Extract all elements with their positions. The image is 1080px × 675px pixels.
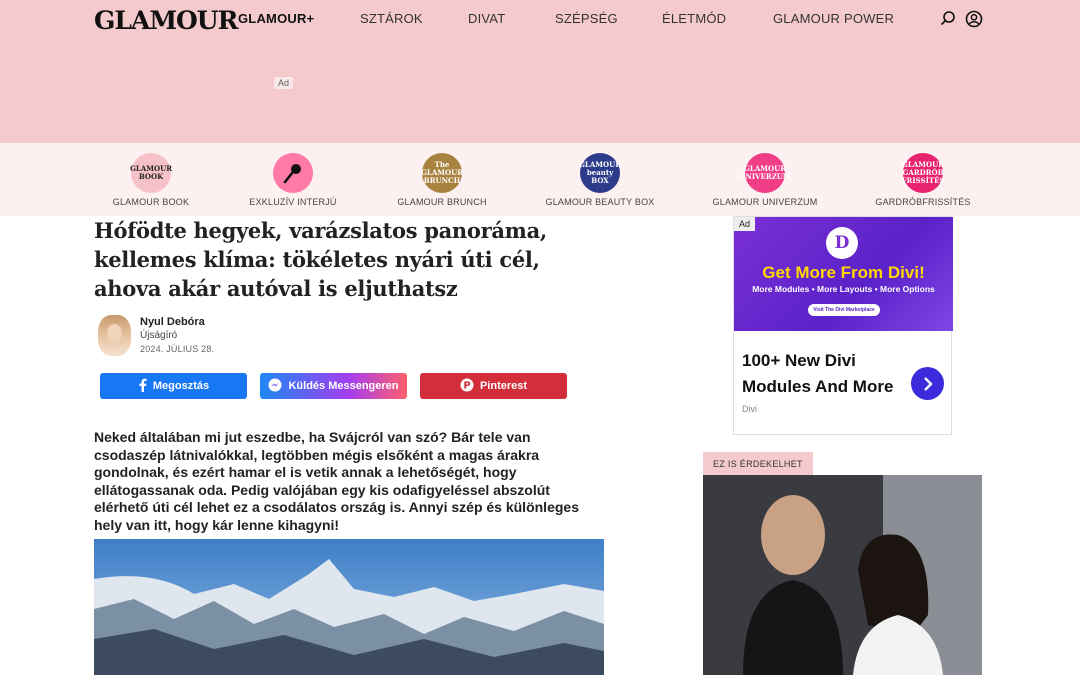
nav-item-sztarok[interactable]: SZTÁROK <box>360 11 468 26</box>
facebook-share-button[interactable]: Megosztás <box>100 373 247 399</box>
divi-logo-icon: D <box>826 227 858 259</box>
article-photo-mountains <box>94 539 604 675</box>
category-label: GLAMOUR BEAUTY BOX <box>545 197 655 207</box>
nav-item-glamour-power[interactable]: GLAMOUR POWER <box>773 11 903 26</box>
category-label: GLAMOUR BRUNCH <box>397 197 487 207</box>
glamour-logo[interactable]: GLAMOUR <box>94 6 238 35</box>
publish-date: 2024. JÚLIUS 28. <box>140 344 215 354</box>
chevron-right-icon[interactable] <box>911 367 944 400</box>
category-label: GLAMOUR BOOK <box>112 197 190 207</box>
ad-subline: More Modules • More Layouts • More Optio… <box>752 284 935 294</box>
search-icon[interactable] <box>940 10 956 33</box>
glamour-beauty-box-badge: GLAMOUR beauty BOX <box>579 153 621 193</box>
category-gardrobfrissites[interactable]: GLAMOUR GARDRÓB FRISSÍTÉS GARDRÓBFRISSÍT… <box>848 153 998 207</box>
ad-banner-image[interactable]: D Get More From Divi! More Modules • Mor… <box>734 217 953 331</box>
glamour-univerzum-badge: GLAMOUR UNIVERZUM <box>739 153 791 193</box>
author-avatar[interactable] <box>98 315 131 356</box>
facebook-icon <box>138 378 147 395</box>
author-name[interactable]: Nyul Debóra <box>140 315 214 329</box>
glamour-brunch-badge: The GLAMOUR BRUNCH <box>421 153 463 193</box>
ad-brand: Divi <box>742 404 757 414</box>
nav-item-szepseg[interactable]: SZÉPSÉG <box>555 11 662 26</box>
header-ad-area: GLAMOUR GLAMOUR+ SZTÁROK DIVAT SZÉPSÉG É… <box>0 0 1080 143</box>
main-nav: GLAMOUR+ SZTÁROK DIVAT SZÉPSÉG ÉLETMÓD G… <box>238 11 903 26</box>
glamour-book-badge: GLAMOUR BOOK <box>130 153 172 193</box>
category-strip: GLAMOUR BOOK GLAMOUR BOOK EXKLUZÍV INTER… <box>0 143 1080 216</box>
ad-badge: Ad <box>734 217 756 231</box>
header-icons <box>940 10 983 33</box>
ad-headline: Get More From Divi! <box>762 263 925 282</box>
article-title: Hófödte hegyek, varázslatos panoráma, ke… <box>94 218 547 301</box>
author-block: Nyul Debóra Újságíró 2024. JÚLIUS 28. <box>98 315 214 356</box>
category-label: GARDRÓBFRISSÍTÉS <box>875 197 971 207</box>
facebook-share-label: Megosztás <box>152 380 210 392</box>
article-lead: Neked általában mi jut eszedbe, ha Svájc… <box>94 429 579 533</box>
messenger-icon <box>268 378 282 395</box>
messenger-share-label: Küldés Messengeren <box>288 380 399 392</box>
sidebar-ad[interactable]: Ad D Get More From Divi! More Modules • … <box>733 216 953 435</box>
related-section-label: EZ IS ÉRDEKELHET <box>703 452 813 475</box>
ad-cta-button[interactable]: Visit The Divi Marketplace <box>808 304 880 316</box>
nav-item-eletmod[interactable]: ÉLETMÓD <box>662 11 773 26</box>
category-label: GLAMOUR UNIVERZUM <box>712 197 818 207</box>
category-glamour-beauty-box[interactable]: GLAMOUR beauty BOX GLAMOUR BEAUTY BOX <box>525 153 675 207</box>
pinterest-icon: P <box>460 378 474 395</box>
category-exkluziv-interju[interactable]: EXKLUZÍV INTERJÚ <box>218 153 368 207</box>
category-glamour-book[interactable]: GLAMOUR BOOK GLAMOUR BOOK <box>76 153 226 207</box>
nav-item-glamour-plus[interactable]: GLAMOUR+ <box>238 11 360 26</box>
gardrob-badge: GLAMOUR GARDRÓB FRISSÍTÉS <box>902 153 944 193</box>
category-glamour-brunch[interactable]: The GLAMOUR BRUNCH GLAMOUR BRUNCH <box>367 153 517 207</box>
ad-label: Ad <box>274 77 294 89</box>
account-icon[interactable] <box>965 10 983 33</box>
nav-item-divat[interactable]: DIVAT <box>468 11 555 26</box>
pinterest-share-label: Pinterest <box>479 380 528 392</box>
microphone-icon <box>273 153 313 193</box>
ad-copy[interactable]: 100+ New Divi Modules And More <box>742 348 912 400</box>
related-article-image[interactable] <box>703 475 982 675</box>
author-role: Újságíró <box>140 330 178 341</box>
messenger-share-button[interactable]: Küldés Messengeren <box>260 373 407 399</box>
pinterest-share-button[interactable]: P Pinterest <box>420 373 567 399</box>
category-glamour-univerzum[interactable]: GLAMOUR UNIVERZUM GLAMOUR UNIVERZUM <box>690 153 840 207</box>
category-label: EXKLUZÍV INTERJÚ <box>249 197 337 207</box>
svg-text:P: P <box>463 380 470 391</box>
